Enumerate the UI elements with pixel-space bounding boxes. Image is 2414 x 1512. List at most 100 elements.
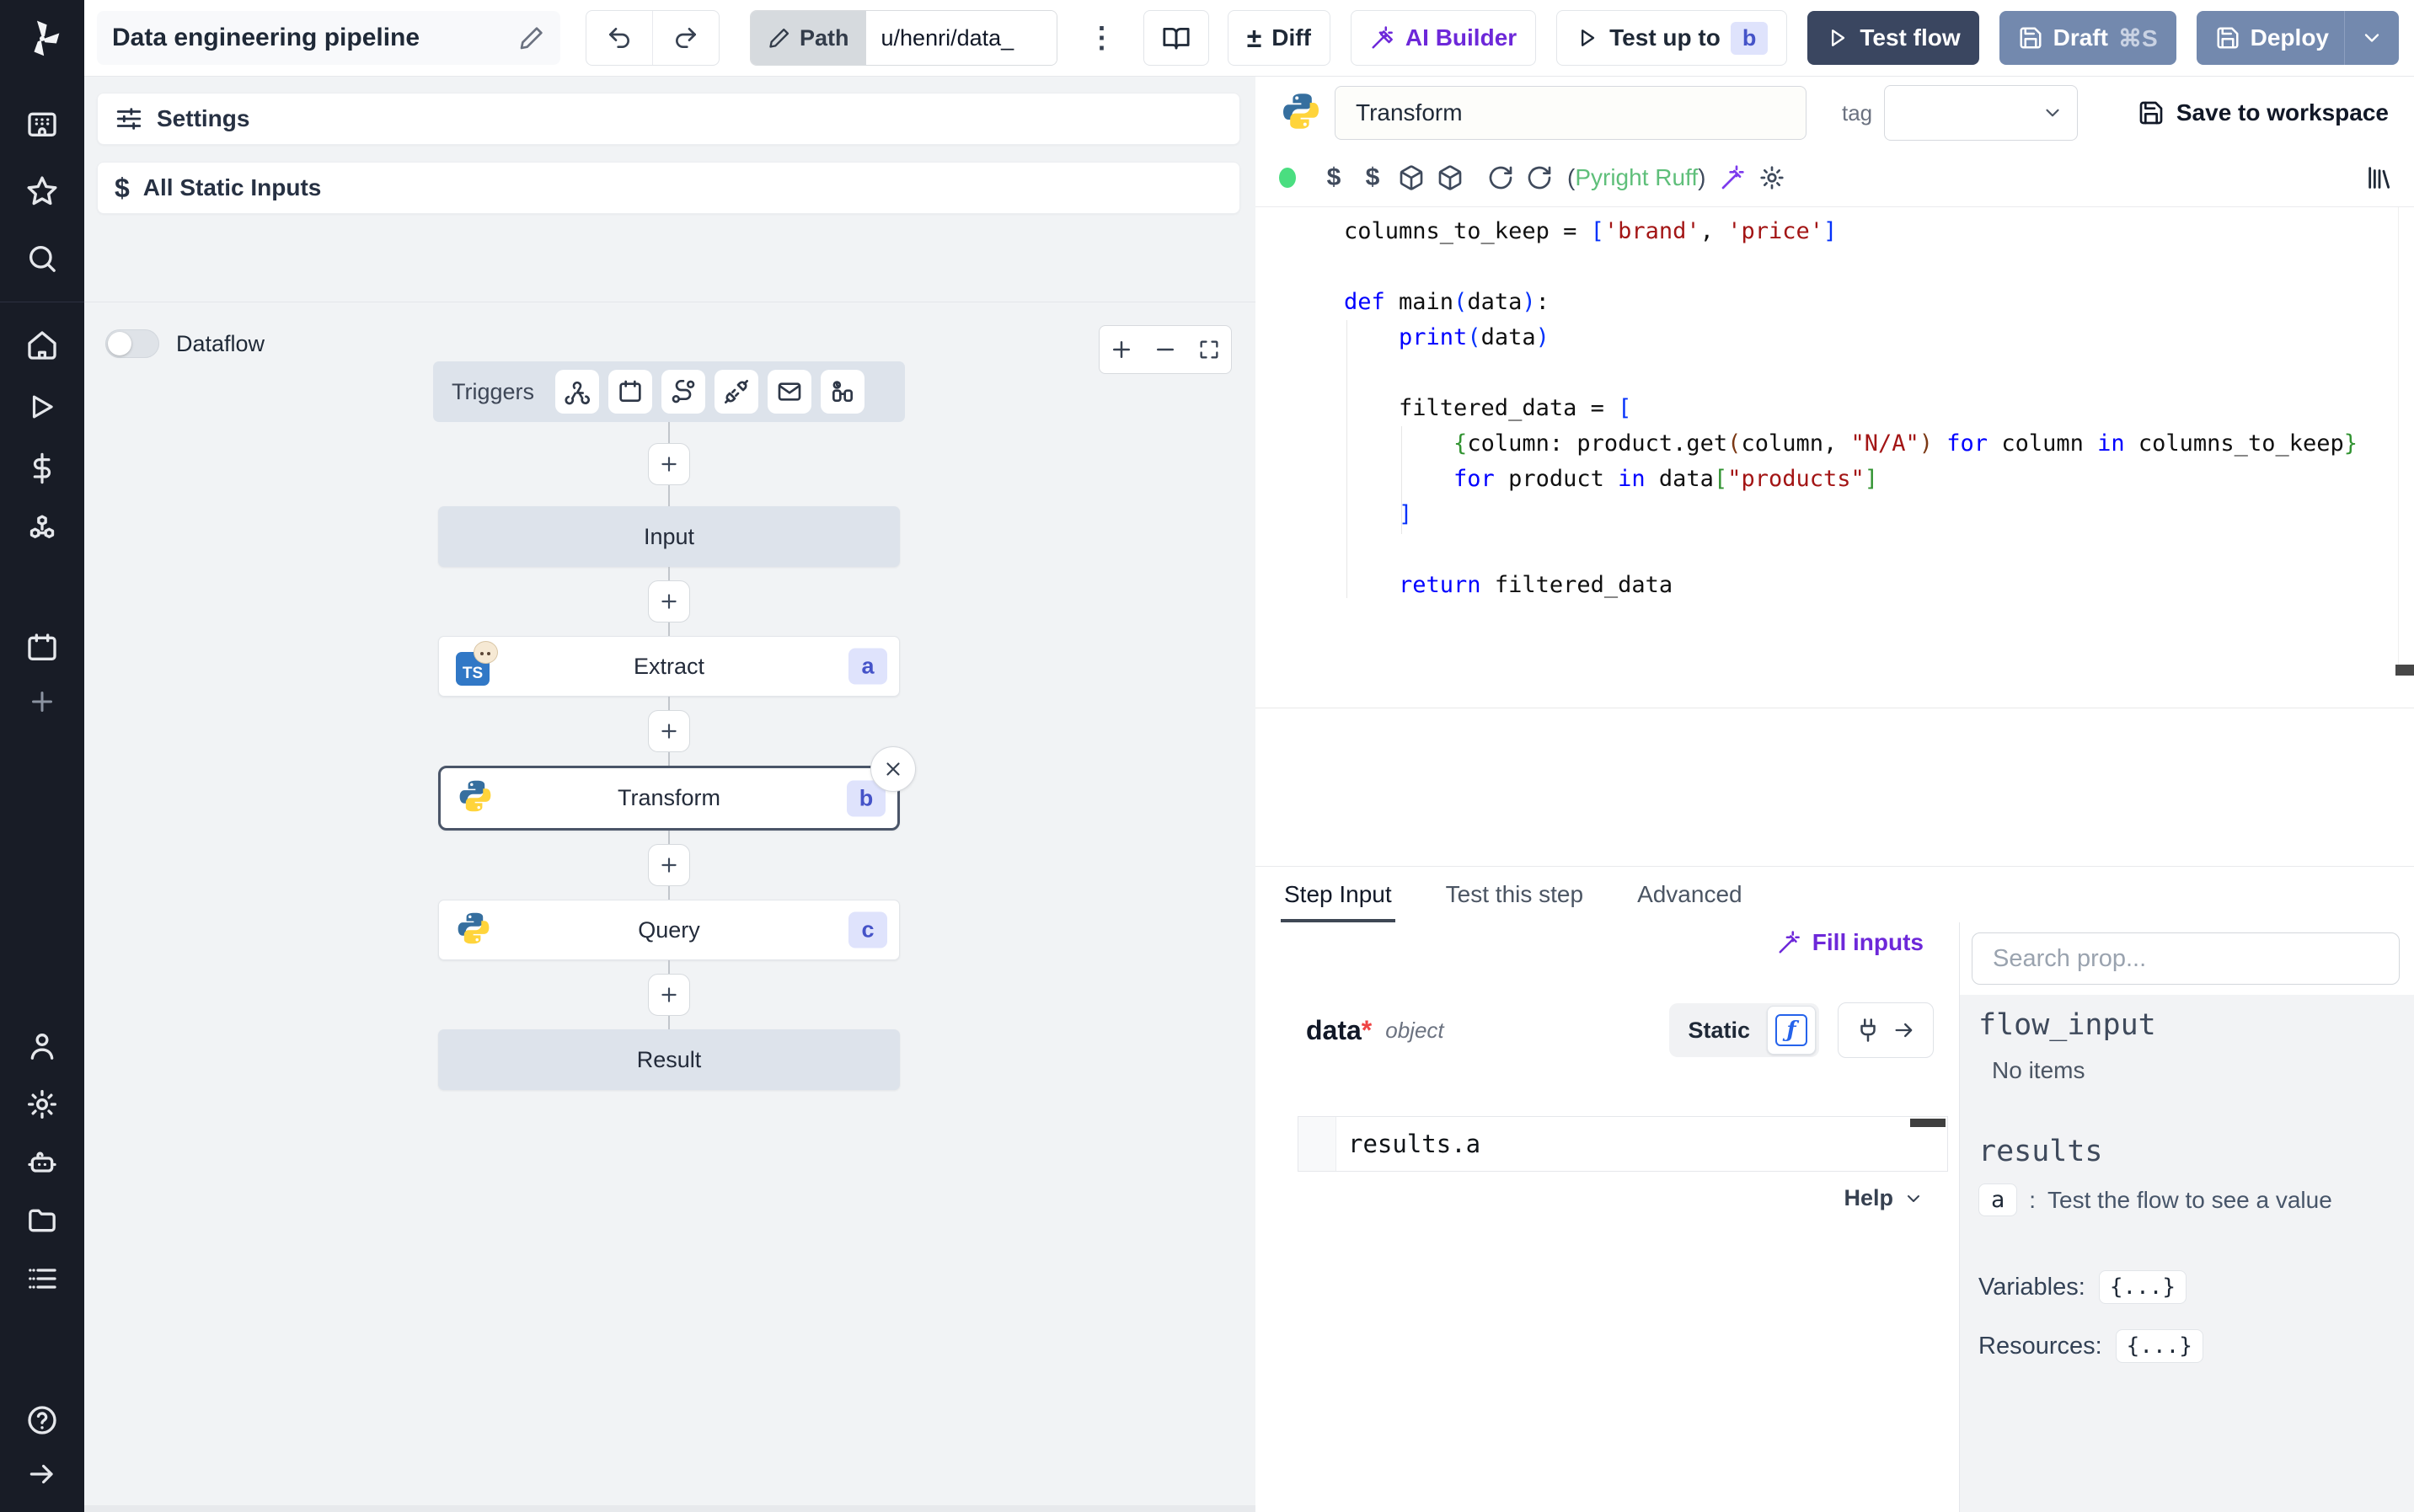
all-static-inputs-row[interactable]: $ All Static Inputs xyxy=(97,162,1240,214)
code-line: def main(data): xyxy=(1344,289,1550,315)
edit-title-icon[interactable] xyxy=(518,24,545,51)
schedule-icon[interactable] xyxy=(608,370,653,414)
transform-node-selected[interactable]: Transform b xyxy=(438,746,916,831)
fit-view-button[interactable] xyxy=(1187,326,1231,373)
test-up-to-button[interactable]: Test up to b xyxy=(1556,10,1788,66)
resource-add-icon[interactable] xyxy=(1431,158,1469,197)
tab-advanced[interactable]: Advanced xyxy=(1634,867,1746,922)
home-icon[interactable] xyxy=(23,326,62,365)
step-id-badge: c xyxy=(848,911,887,948)
javascript-expression-mode-button[interactable]: ƒ xyxy=(1767,1006,1816,1055)
python-icon xyxy=(456,911,491,950)
workers-icon[interactable] xyxy=(23,1143,62,1182)
windmill-logo[interactable] xyxy=(0,0,84,76)
fill-inputs-button[interactable]: Fill inputs xyxy=(1777,929,1924,956)
help-dropdown[interactable]: Help xyxy=(1844,1185,1924,1211)
more-menu-button[interactable]: ⋮ xyxy=(1083,21,1121,55)
library-icon[interactable] xyxy=(2365,163,2394,192)
search-prop-input[interactable] xyxy=(1972,932,2400,985)
variables-icon[interactable] xyxy=(23,449,62,488)
path-value[interactable]: u/henri/data_ xyxy=(865,11,1057,65)
ai-wand-icon[interactable] xyxy=(1714,158,1753,197)
variables-value-badge[interactable]: {...} xyxy=(2098,1270,2187,1304)
flow-title-box[interactable]: Data engineering pipeline xyxy=(97,11,560,65)
schedules-icon[interactable] xyxy=(23,628,62,667)
reload-icon[interactable] xyxy=(1481,158,1520,197)
path-chip[interactable]: Path u/henri/data_ xyxy=(750,10,1057,66)
insert-step-button[interactable] xyxy=(648,974,690,1016)
zoom-in-button[interactable] xyxy=(1100,326,1143,373)
flow-input-section[interactable]: flow_input xyxy=(1978,1008,2414,1042)
input-node[interactable]: Input xyxy=(438,506,900,567)
deploy-dropdown-button[interactable] xyxy=(2344,11,2399,65)
email-icon[interactable] xyxy=(768,370,812,414)
assistants-status[interactable]: (Pyright Ruff) xyxy=(1567,164,1705,191)
folders-icon[interactable] xyxy=(23,1201,62,1240)
editor-hscrollbar-thumb[interactable] xyxy=(2395,665,2414,676)
code-line: filtered_data = [ xyxy=(1344,395,1632,421)
connect-input-buttons[interactable] xyxy=(1838,1002,1934,1058)
tab-step-input[interactable]: Step Input xyxy=(1281,867,1395,923)
query-node[interactable]: Query c xyxy=(438,900,900,960)
result-node[interactable]: Result xyxy=(438,1029,900,1090)
diff-button[interactable]: ± Diff xyxy=(1227,10,1330,66)
reset-icon[interactable] xyxy=(1520,158,1559,197)
runs-icon[interactable] xyxy=(23,387,62,426)
deploy-button[interactable]: Deploy xyxy=(2196,11,2399,65)
variable-picker-icon[interactable]: $ xyxy=(1314,158,1353,197)
insert-step-button[interactable] xyxy=(648,580,690,622)
resources-icon[interactable] xyxy=(23,510,62,549)
poll-icon[interactable] xyxy=(821,370,865,414)
undo-button[interactable] xyxy=(586,11,652,65)
variable-add-icon[interactable]: $ xyxy=(1353,158,1392,197)
insert-step-button[interactable] xyxy=(648,844,690,886)
code-editor[interactable]: columns_to_keep = ['brand', 'price'] def… xyxy=(1255,206,2414,677)
test-flow-button[interactable]: Test flow xyxy=(1807,11,1979,65)
pencil-icon xyxy=(769,28,790,48)
windmill-flow-editor: Data engineering pipeline Path u/henri/d… xyxy=(0,0,2414,1512)
star-icon[interactable] xyxy=(23,172,62,211)
chevron-down-icon xyxy=(1908,1194,1919,1202)
result-entry: a : Test the flow to see a value xyxy=(1978,1183,2414,1216)
close-step-button[interactable] xyxy=(870,746,916,792)
resources-value-badge[interactable]: {...} xyxy=(2115,1329,2203,1363)
expand-icon[interactable] xyxy=(23,1455,62,1493)
function-icon: ƒ xyxy=(1775,1014,1807,1046)
dataflow-toggle[interactable] xyxy=(105,329,159,358)
redo-button[interactable] xyxy=(652,11,719,65)
result-key-badge[interactable]: a xyxy=(1978,1183,2018,1216)
webhook-icon[interactable] xyxy=(555,370,600,414)
flow-settings-row[interactable]: Settings xyxy=(97,93,1240,145)
insert-step-button[interactable] xyxy=(648,710,690,752)
tag-select[interactable] xyxy=(1884,85,2079,141)
zoom-out-button[interactable] xyxy=(1143,326,1187,373)
route-icon[interactable] xyxy=(661,370,706,414)
static-mode-label[interactable]: Static xyxy=(1688,1018,1750,1044)
path-label-section[interactable]: Path xyxy=(751,11,866,65)
settings-icon[interactable] xyxy=(23,1085,62,1124)
draft-button[interactable]: Draft ⌘S xyxy=(1999,11,2176,65)
results-section[interactable]: results xyxy=(1978,1135,2414,1168)
extract-node[interactable]: TS Extract a xyxy=(438,636,900,697)
input-mode-toggle[interactable]: Static ƒ xyxy=(1669,1003,1819,1057)
logs-icon[interactable] xyxy=(23,1259,62,1298)
step-name-input[interactable] xyxy=(1335,86,1806,140)
users-icon[interactable] xyxy=(23,1027,62,1066)
insert-step-button[interactable] xyxy=(648,443,690,485)
save-to-workspace-button[interactable]: Save to workspace xyxy=(2138,99,2389,126)
add-icon[interactable] xyxy=(23,682,62,721)
docs-button[interactable] xyxy=(1143,10,1209,66)
expression-value[interactable]: results.a xyxy=(1336,1130,1480,1158)
search-icon[interactable] xyxy=(23,239,62,278)
help-icon[interactable] xyxy=(23,1401,62,1440)
code-lines[interactable]: columns_to_keep = ['brand', 'price'] def… xyxy=(1255,207,2414,603)
tab-test-this-step[interactable]: Test this step xyxy=(1443,867,1587,922)
websocket-icon[interactable] xyxy=(715,370,759,414)
resource-picker-icon[interactable] xyxy=(1392,158,1431,197)
workspace-icon[interactable] xyxy=(23,104,62,143)
triggers-node[interactable]: Triggers xyxy=(433,361,905,422)
expression-editor[interactable]: results.a xyxy=(1298,1116,1948,1172)
editor-settings-icon[interactable] xyxy=(1753,158,1791,197)
ai-builder-button[interactable]: AI Builder xyxy=(1350,10,1537,66)
